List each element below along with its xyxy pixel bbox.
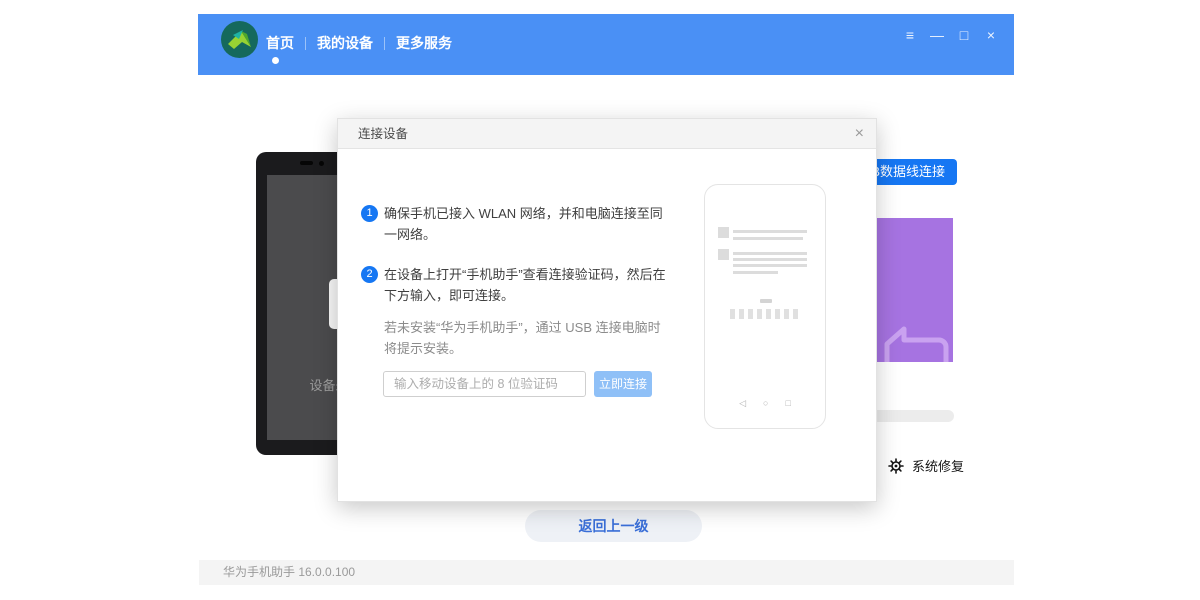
back-to-previous-button[interactable]: 返回上一级: [525, 510, 702, 542]
menu-icon[interactable]: ≡: [903, 27, 917, 43]
step-1-badge: 1: [361, 205, 378, 222]
nav-tab-home[interactable]: 首页: [266, 33, 294, 53]
step-1-text: 确保手机已接入 WLAN 网络，并和电脑连接至同一网络。: [384, 203, 672, 245]
nav-divider: [384, 37, 385, 50]
android-back-icon: ◁: [739, 398, 746, 409]
app-version-text: 华为手机助手 16.0.0.100: [223, 560, 1014, 585]
step-2-text: 在设备上打开“手机助手”查看连接验证码，然后在下方输入，即可连接。: [384, 264, 672, 306]
code-digit-squares: [730, 309, 798, 319]
skeleton-line: [733, 237, 803, 240]
skeleton-icon: [718, 249, 729, 260]
skeleton-line: [733, 258, 807, 261]
feature-card-illustration-icon: [877, 312, 953, 362]
maximize-icon[interactable]: □: [957, 27, 971, 43]
android-recent-icon: □: [785, 398, 790, 409]
active-tab-indicator: [272, 57, 279, 64]
hisuite-logo-icon: [221, 21, 258, 58]
skeleton-line: [733, 264, 807, 267]
nav-tab-more-services[interactable]: 更多服务: [396, 33, 452, 53]
install-note-text: 若未安装“华为手机助手”，通过 USB 连接电脑时将提示安装。: [384, 317, 672, 359]
dialog-title: 连接设备: [358, 119, 876, 149]
android-home-icon: ○: [763, 398, 768, 409]
screen: 首页 我的设备 更多服务 ≡ — □ × 设备未连接 使用USB数据线连接: [0, 0, 1200, 600]
verification-code-input[interactable]: [383, 371, 586, 397]
phone-nav-bar: ◁ ○ □: [705, 398, 825, 409]
nav-tab-my-devices[interactable]: 我的设备: [317, 33, 373, 53]
phone-camera: [319, 161, 324, 166]
skeleton-line: [733, 271, 778, 274]
gear-icon: [888, 458, 904, 474]
skeleton-line: [733, 230, 807, 233]
skeleton-line: [733, 252, 807, 255]
nav-divider: [305, 37, 306, 50]
dialog-close-icon[interactable]: ×: [855, 119, 864, 149]
system-repair-label: 系统修复: [912, 456, 964, 475]
phone-speaker: [300, 161, 313, 165]
phone-illustration: ◁ ○ □: [704, 184, 826, 429]
title-bar: 首页 我的设备 更多服务 ≡ — □ ×: [198, 14, 1014, 75]
close-icon[interactable]: ×: [984, 27, 998, 43]
step-2-badge: 2: [361, 266, 378, 283]
connect-now-button[interactable]: 立即连接: [594, 371, 652, 397]
system-repair-link[interactable]: 系统修复: [888, 456, 964, 475]
minimize-icon[interactable]: —: [930, 27, 944, 43]
skeleton-dash: [760, 299, 772, 303]
dialog-title-bar: 连接设备 ×: [338, 119, 876, 149]
window-controls: ≡ — □ ×: [903, 27, 998, 43]
connect-device-dialog: 连接设备 × 1 确保手机已接入 WLAN 网络，并和电脑连接至同一网络。 2 …: [337, 118, 877, 502]
main-nav: 首页 我的设备 更多服务: [266, 31, 452, 55]
skeleton-icon: [718, 227, 729, 238]
status-bar: 华为手机助手 16.0.0.100: [199, 560, 1014, 585]
